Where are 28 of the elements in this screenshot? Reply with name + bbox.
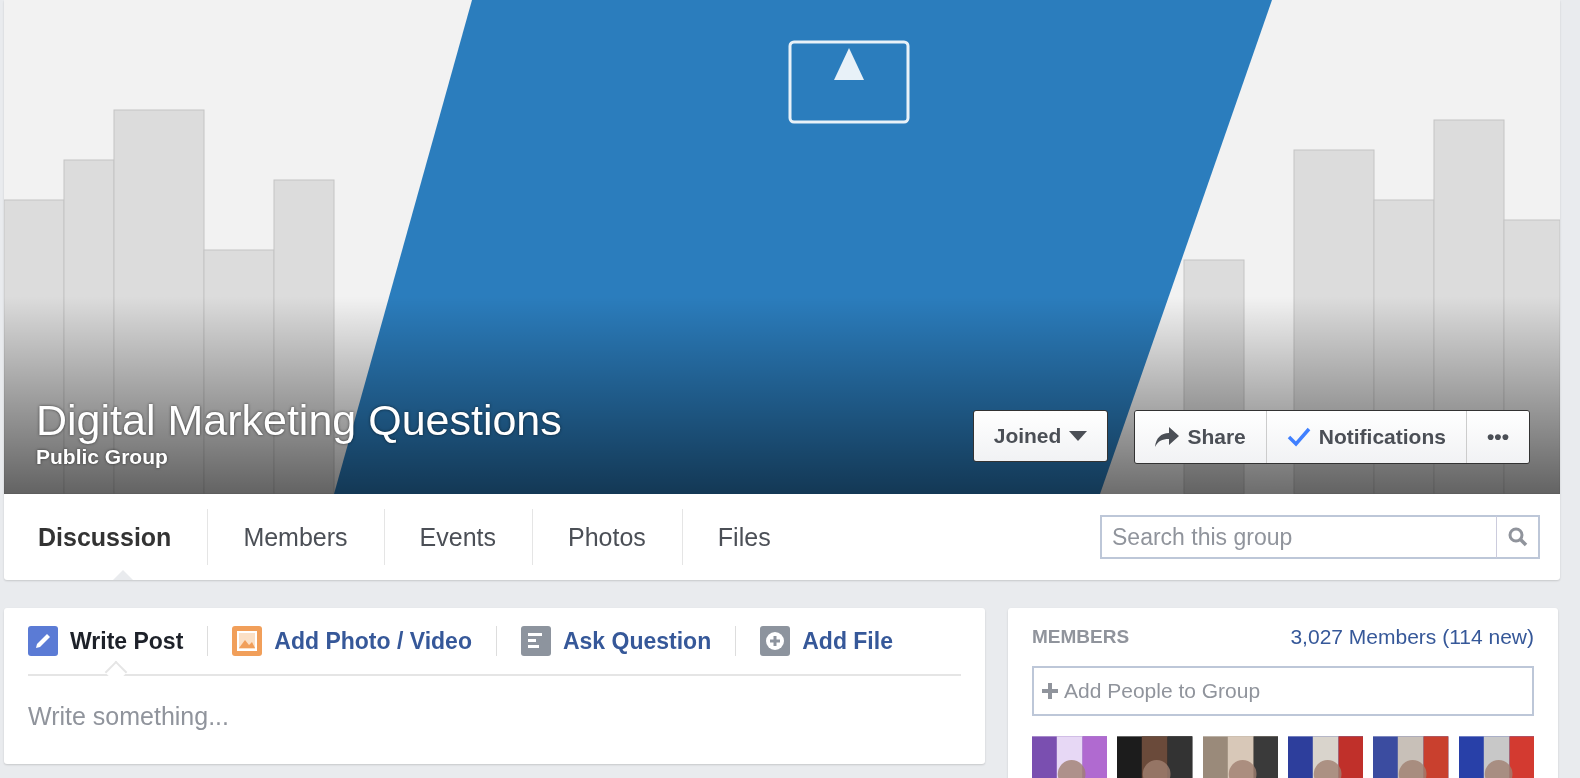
search-icon	[1507, 527, 1528, 547]
joined-button[interactable]: Joined	[972, 410, 1109, 462]
nav-tab[interactable]: Files	[681, 494, 807, 580]
plus-icon	[1042, 683, 1058, 699]
group-privacy: Public Group	[36, 444, 169, 470]
nav-tab[interactable]: Discussion	[18, 494, 208, 580]
share-button[interactable]: Share	[1135, 411, 1266, 463]
check-icon	[1286, 427, 1311, 447]
add-people-field[interactable]: Add People to Group	[1032, 666, 1534, 716]
composer-tab[interactable]: Add File	[735, 626, 917, 656]
members-heading: MEMBERS	[1032, 626, 1130, 648]
caret-icon	[1069, 431, 1088, 441]
more-button[interactable]: •••	[1465, 411, 1529, 463]
nav-tab[interactable]: Events	[383, 494, 532, 580]
search-button[interactable]	[1496, 515, 1540, 559]
nav-tab[interactable]: Members	[207, 494, 384, 580]
members-count-link[interactable]: 3,027 Members (114 new)	[1290, 625, 1534, 649]
list-icon	[520, 626, 551, 656]
photo-icon	[232, 626, 263, 656]
nav-tab[interactable]: Photos	[532, 494, 682, 580]
plus-icon	[760, 626, 791, 656]
group-name: Digital Marketing Questions	[36, 396, 562, 444]
composer-tab[interactable]: Add Photo / Video	[207, 626, 496, 656]
notifications-button[interactable]: Notifications	[1265, 411, 1466, 463]
share-icon	[1155, 427, 1180, 447]
pencil-icon	[28, 626, 58, 656]
composer-tab[interactable]: Ask Question	[495, 626, 736, 656]
search-field[interactable]: Search this group	[1100, 515, 1496, 559]
